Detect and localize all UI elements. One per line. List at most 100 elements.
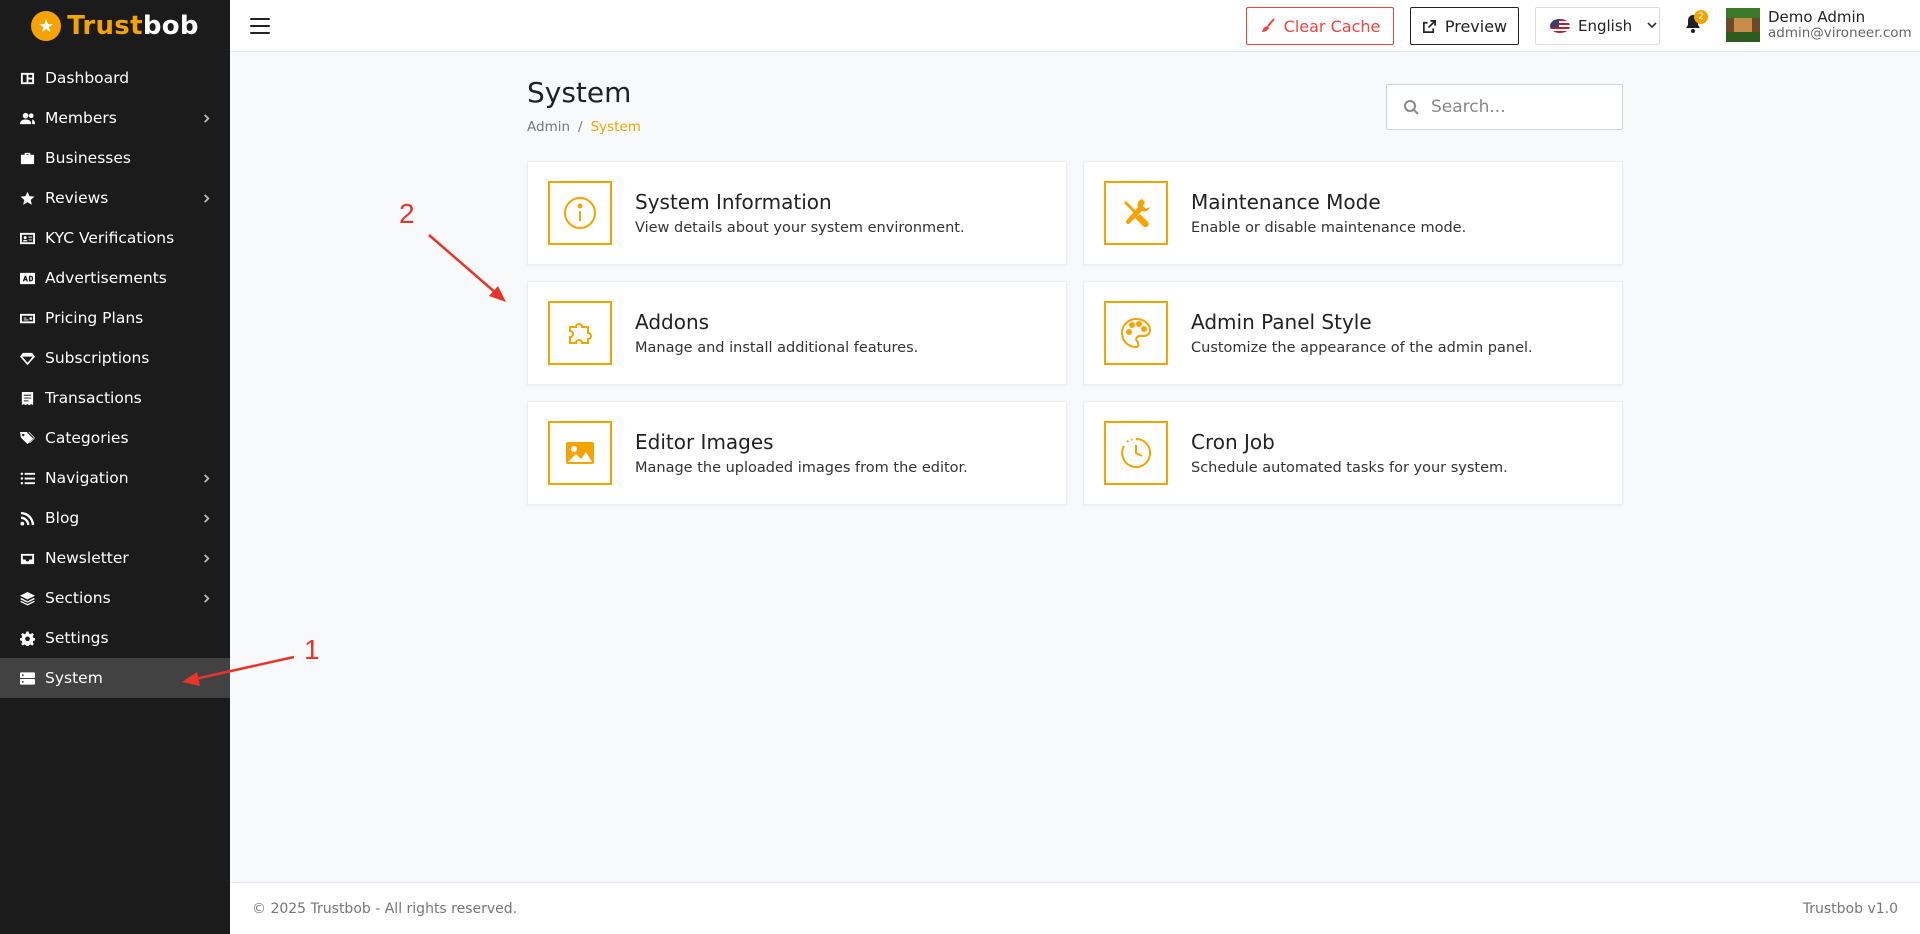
chevron-right-icon [202,193,212,203]
dashboard-icon [19,70,35,86]
external-link-icon [1422,19,1436,33]
us-flag-icon [1550,19,1570,33]
user-menu[interactable]: Demo Admin admin@vironeer.com [1726,8,1912,42]
sidebar-item-label: Categories [45,429,129,447]
language-label: English [1578,17,1633,35]
language-select[interactable]: English [1535,7,1660,45]
puzzle-icon [569,323,592,344]
briefcase-icon [19,150,35,166]
sidebar-item-reviews[interactable]: Reviews [0,178,230,218]
card-title: Cron Job [1191,430,1275,454]
chevron-right-icon [202,593,212,603]
annotation-number-1: 1 [304,634,320,665]
search-input[interactable] [1431,97,1601,117]
footer: © 2025 Trustbob - All rights reserved. T… [230,882,1920,934]
chevron-right-icon [202,553,212,563]
card-system-information[interactable]: System Information View details about yo… [527,161,1067,265]
clear-cache-label: Clear Cache [1283,16,1381,36]
sidebar-item-label: Dashboard [45,69,130,87]
rss-icon [19,510,35,526]
topbar [230,0,1920,52]
breadcrumb-separator: / [578,119,583,135]
sidebar-item-label: Settings [45,629,109,647]
sidebar-item-navigation[interactable]: Navigation [0,458,230,498]
sidebar-item-kyc-verifications[interactable]: KYC Verifications [0,218,230,258]
sidebar-item-settings[interactable]: Settings [0,618,230,658]
sidebar-item-label: Blog [45,509,80,527]
server-icon [19,670,35,686]
card-description: View details about your system environme… [635,220,965,236]
annotation-number-2: 2 [399,198,415,229]
sidebar-item-businesses[interactable]: Businesses [0,138,230,178]
gear-icon [19,630,35,646]
clock-icon [1121,437,1152,468]
sidebar-item-label: Sections [45,589,111,607]
card-cron-job[interactable]: Cron Job Schedule automated tasks for yo… [1083,401,1623,505]
card-addons[interactable]: Addons Manage and install additional fea… [527,281,1067,385]
sidebar-item-label: Subscriptions [45,349,150,367]
money-icon [19,310,35,326]
chevron-right-icon [202,513,212,523]
brand-logo[interactable]: ★ Trustbob [0,0,230,52]
card-editor-images[interactable]: Editor Images Manage the uploaded images… [527,401,1067,505]
card-description: Manage the uploaded images from the edit… [635,460,968,476]
sidebar-item-subscriptions[interactable]: Subscriptions [0,338,230,378]
breadcrumb-current: System [590,119,641,135]
search-box [1386,84,1623,130]
star-logo-icon: ★ [31,11,62,41]
info-icon [564,197,596,229]
card-description: Enable or disable maintenance mode. [1191,220,1467,236]
chevron-right-icon [202,473,212,483]
broom-icon [1261,18,1275,32]
chevron-right-icon [202,113,212,123]
sidebar-item-dashboard[interactable]: Dashboard [0,58,230,98]
id-card-icon [19,230,35,246]
sidebar-item-newsletter[interactable]: Newsletter [0,538,230,578]
card-description: Schedule automated tasks for your system… [1191,460,1508,476]
sidebar-item-sections[interactable]: Sections [0,578,230,618]
menu-toggle-icon[interactable] [250,17,270,34]
sidebar-item-label: KYC Verifications [45,229,175,247]
sidebar-item-advertisements[interactable]: Advertisements [0,258,230,298]
sidebar-item-categories[interactable]: Categories [0,418,230,458]
sidebar-item-members[interactable]: Members [0,98,230,138]
search-icon [1404,100,1419,115]
sidebar-item-label: Advertisements [45,269,167,287]
card-admin-panel-style[interactable]: Admin Panel Style Customize the appearan… [1083,281,1623,385]
receipt-icon [19,390,35,406]
tags-icon [19,430,35,446]
card-title: Addons [635,310,710,334]
card-title: System Information [635,190,832,214]
layers-icon [19,590,35,606]
card-title: Admin Panel Style [1191,310,1372,334]
sidebar-item-transactions[interactable]: Transactions [0,378,230,418]
sidebar-item-label: Transactions [45,389,142,407]
preview-button[interactable]: Preview [1410,7,1519,45]
sidebar-item-label: Businesses [45,149,131,167]
avatar [1726,8,1760,42]
palette-icon [1121,317,1152,349]
star-icon [19,190,35,206]
card-maintenance-mode[interactable]: Maintenance Mode Enable or disable maint… [1083,161,1623,265]
brand-name-part1: Trust [67,11,143,41]
notifications-button[interactable]: 2 [1684,10,1708,36]
notification-badge: 2 [1694,10,1708,24]
sidebar-item-label: Navigation [45,469,129,487]
breadcrumb: Admin / System [527,119,641,135]
footer-copyright: © 2025 Trustbob - All rights reserved. [252,900,518,917]
sidebar-item-pricing-plans[interactable]: Pricing Plans [0,298,230,338]
brand-name-part2: bob [142,11,199,41]
user-email: admin@vironeer.com [1768,25,1912,41]
tools-icon [1124,199,1150,228]
sidebar-item-label: Members [45,109,117,127]
breadcrumb-admin[interactable]: Admin [527,119,570,135]
footer-version: Trustbob v1.0 [1802,900,1898,917]
chevron-down-icon [1640,17,1658,35]
sidebar-item-blog[interactable]: Blog [0,498,230,538]
image-icon [566,442,594,464]
clear-cache-button[interactable]: Clear Cache [1246,7,1394,45]
sidebar-item-label: Reviews [45,189,109,207]
sidebar-item-system[interactable]: System [0,658,230,698]
sidebar: ★ Trustbob Dashboard Members Businesses Rev… [0,0,230,934]
card-description: Customize the appearance of the admin pa… [1191,340,1533,356]
